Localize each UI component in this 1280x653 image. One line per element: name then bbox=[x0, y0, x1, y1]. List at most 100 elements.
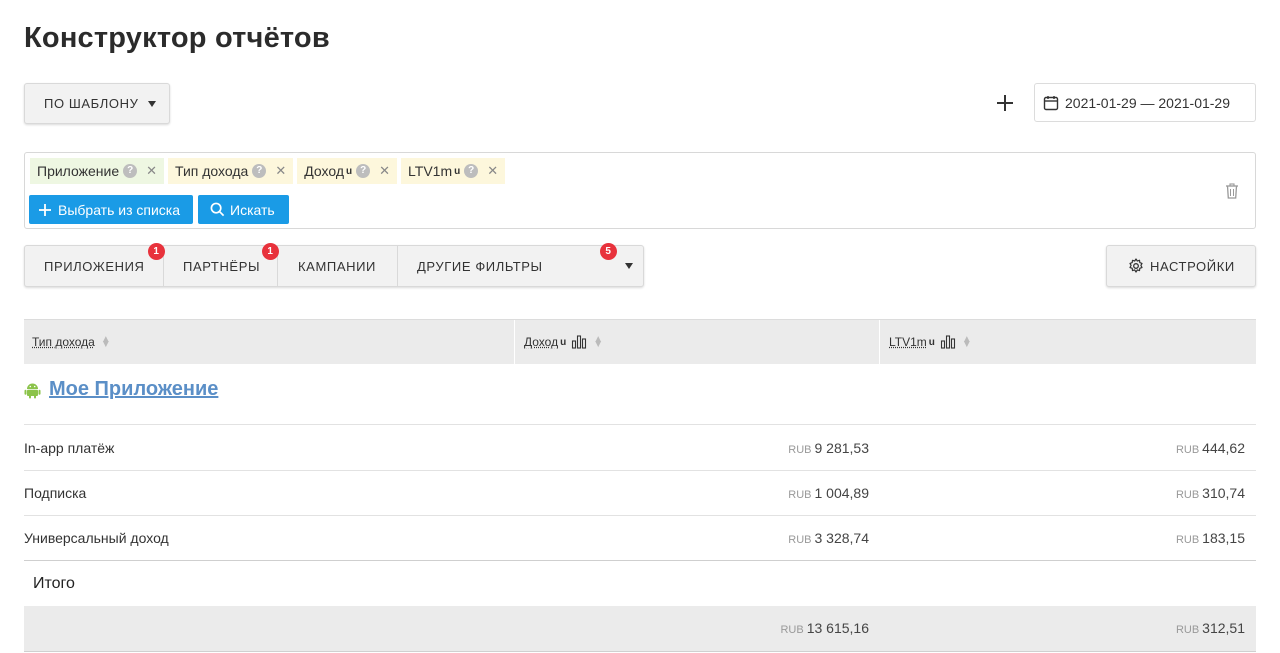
row-income-value: RUB 9 281,53 bbox=[788, 440, 869, 456]
help-icon[interactable]: ? bbox=[123, 164, 138, 178]
grouping-chips: Приложение ? ✕ Тип дохода ? ✕ Доход u ? … bbox=[30, 158, 509, 184]
sort-icon[interactable]: ▲ ▼ bbox=[101, 335, 111, 350]
column-divider bbox=[879, 320, 880, 364]
chip-label: Доход bbox=[304, 163, 345, 179]
amount: 9 281,53 bbox=[814, 440, 870, 456]
row-divider bbox=[24, 470, 1256, 471]
column-label: Тип дохода bbox=[32, 335, 95, 349]
row-income-value: RUB 3 328,74 bbox=[788, 530, 869, 546]
filter-tabs: ПРИЛОЖЕНИЯ 1 ПАРТНЁРЫ 1 КАМПАНИИ ДРУГИЕ … bbox=[24, 243, 644, 287]
calendar-icon bbox=[1043, 95, 1059, 110]
bar-chart-icon[interactable] bbox=[940, 335, 956, 349]
tab-apps[interactable]: ПРИЛОЖЕНИЯ 1 bbox=[25, 243, 165, 286]
search-label: Искать bbox=[230, 201, 275, 218]
currency-label: RUB bbox=[1175, 624, 1200, 636]
amount: 312,51 bbox=[1202, 620, 1245, 636]
tab-campaigns[interactable]: КАМПАНИИ bbox=[278, 246, 398, 286]
total-income-value: RUB 13 615,16 bbox=[780, 620, 869, 636]
select-from-list-button[interactable]: Выбрать из списка bbox=[29, 195, 193, 224]
unique-marker: u bbox=[346, 165, 353, 177]
app-group-header: Мое Приложение bbox=[24, 378, 218, 401]
row-ltv-value: RUB 183,15 bbox=[1176, 530, 1245, 546]
total-label: Итого bbox=[33, 575, 75, 592]
row-divider bbox=[24, 515, 1256, 516]
plus-icon bbox=[39, 203, 51, 216]
amount: 13 615,16 bbox=[806, 620, 869, 636]
close-icon[interactable]: ✕ bbox=[487, 163, 498, 179]
amount: 183,15 bbox=[1202, 530, 1245, 546]
search-button[interactable]: Искать bbox=[198, 195, 289, 224]
column-label: Доход bbox=[524, 335, 559, 349]
currency-label: RUB bbox=[788, 444, 812, 456]
help-icon[interactable]: ? bbox=[252, 164, 267, 178]
sort-icon[interactable]: ▲ ▼ bbox=[962, 335, 972, 350]
row-income-type: Универсальный доход bbox=[24, 530, 169, 546]
column-header-income[interactable]: Доход u ▲ ▼ bbox=[524, 320, 603, 364]
chip-label: Приложение bbox=[37, 163, 120, 179]
tab-label: ПАРТНЁРЫ bbox=[183, 258, 261, 274]
select-from-list-label: Выбрать из списка bbox=[58, 201, 181, 218]
row-income-value: RUB 1 004,89 bbox=[788, 485, 869, 501]
total-row: RUB 13 615,16 RUB 312,51 bbox=[24, 606, 1256, 652]
chip-label: LTV1m bbox=[408, 163, 453, 179]
unique-marker: u bbox=[928, 336, 935, 348]
sort-icon[interactable]: ▲ ▼ bbox=[593, 335, 603, 350]
date-range-picker[interactable]: 2021-01-29 — 2021-01-29 bbox=[1034, 83, 1256, 122]
template-dropdown[interactable]: ПО ШАБЛОНУ bbox=[24, 83, 170, 124]
chip-label: Тип дохода bbox=[175, 163, 249, 179]
tab-label: ПРИЛОЖЕНИЯ bbox=[44, 258, 145, 274]
settings-label: НАСТРОЙКИ bbox=[1150, 258, 1235, 274]
chip-income[interactable]: Доход u ? ✕ bbox=[297, 158, 398, 184]
tab-other-filters[interactable]: ДРУГИЕ ФИЛЬТРЫ 5 bbox=[398, 243, 643, 286]
app-name-link[interactable]: Мое Приложение bbox=[49, 378, 218, 401]
help-icon[interactable]: ? bbox=[356, 164, 371, 178]
count-badge: 1 bbox=[148, 243, 165, 260]
column-header-income-type[interactable]: Тип дохода ▲ ▼ bbox=[32, 320, 111, 364]
settings-button[interactable]: НАСТРОЙКИ bbox=[1106, 245, 1256, 287]
amount: 3 328,74 bbox=[814, 530, 870, 546]
unique-marker: u bbox=[560, 336, 567, 348]
search-icon bbox=[210, 202, 225, 217]
row-income-type: In-app платёж bbox=[24, 440, 115, 456]
unique-marker: u bbox=[454, 165, 461, 177]
chip-app[interactable]: Приложение ? ✕ bbox=[30, 158, 165, 184]
amount: 310,74 bbox=[1202, 485, 1245, 501]
currency-label: RUB bbox=[1175, 534, 1200, 546]
help-icon[interactable]: ? bbox=[464, 164, 479, 178]
row-ltv-value: RUB 444,62 bbox=[1176, 440, 1245, 456]
template-dropdown-label: ПО ШАБЛОНУ bbox=[44, 96, 139, 111]
column-header-ltv[interactable]: LTV1m u ▲ ▼ bbox=[889, 320, 972, 364]
chip-income-type[interactable]: Тип дохода ? ✕ bbox=[168, 158, 294, 184]
count-badge: 1 bbox=[262, 243, 279, 260]
currency-label: RUB bbox=[788, 489, 812, 501]
total-ltv-value: RUB 312,51 bbox=[1176, 620, 1245, 636]
trash-icon[interactable] bbox=[1225, 183, 1239, 199]
chip-ltv[interactable]: LTV1m u ? ✕ bbox=[401, 158, 506, 184]
column-divider bbox=[514, 320, 515, 364]
currency-label: RUB bbox=[780, 624, 804, 636]
row-income-type: Подписка bbox=[24, 485, 87, 501]
column-label: LTV1m bbox=[889, 335, 927, 349]
tab-partners[interactable]: ПАРТНЁРЫ 1 bbox=[164, 243, 279, 286]
android-icon bbox=[24, 383, 41, 398]
caret-down-icon bbox=[148, 100, 157, 107]
close-icon[interactable]: ✕ bbox=[146, 163, 157, 179]
row-divider bbox=[24, 424, 1256, 425]
bar-chart-icon[interactable] bbox=[571, 335, 587, 349]
close-icon[interactable]: ✕ bbox=[275, 163, 286, 179]
row-ltv-value: RUB 310,74 bbox=[1176, 485, 1245, 501]
grouping-box: Приложение ? ✕ Тип дохода ? ✕ Доход u ? … bbox=[24, 152, 1256, 229]
close-icon[interactable]: ✕ bbox=[379, 163, 390, 179]
currency-label: RUB bbox=[1175, 444, 1200, 456]
caret-down-icon bbox=[625, 263, 633, 269]
add-icon[interactable] bbox=[994, 92, 1016, 114]
currency-label: RUB bbox=[788, 534, 812, 546]
tab-label: ДРУГИЕ ФИЛЬТРЫ bbox=[417, 258, 543, 274]
date-range-text: 2021-01-29 — 2021-01-29 bbox=[1065, 94, 1231, 111]
tab-label: КАМПАНИИ bbox=[298, 258, 376, 274]
amount: 1 004,89 bbox=[814, 485, 870, 501]
row-divider bbox=[24, 560, 1256, 561]
amount: 444,62 bbox=[1202, 440, 1245, 456]
page-title: Конструктор отчётов bbox=[24, 22, 330, 54]
table-header: Тип дохода ▲ ▼ Доход u ▲ ▼ LTV1m u ▲ ▼ bbox=[24, 319, 1256, 364]
